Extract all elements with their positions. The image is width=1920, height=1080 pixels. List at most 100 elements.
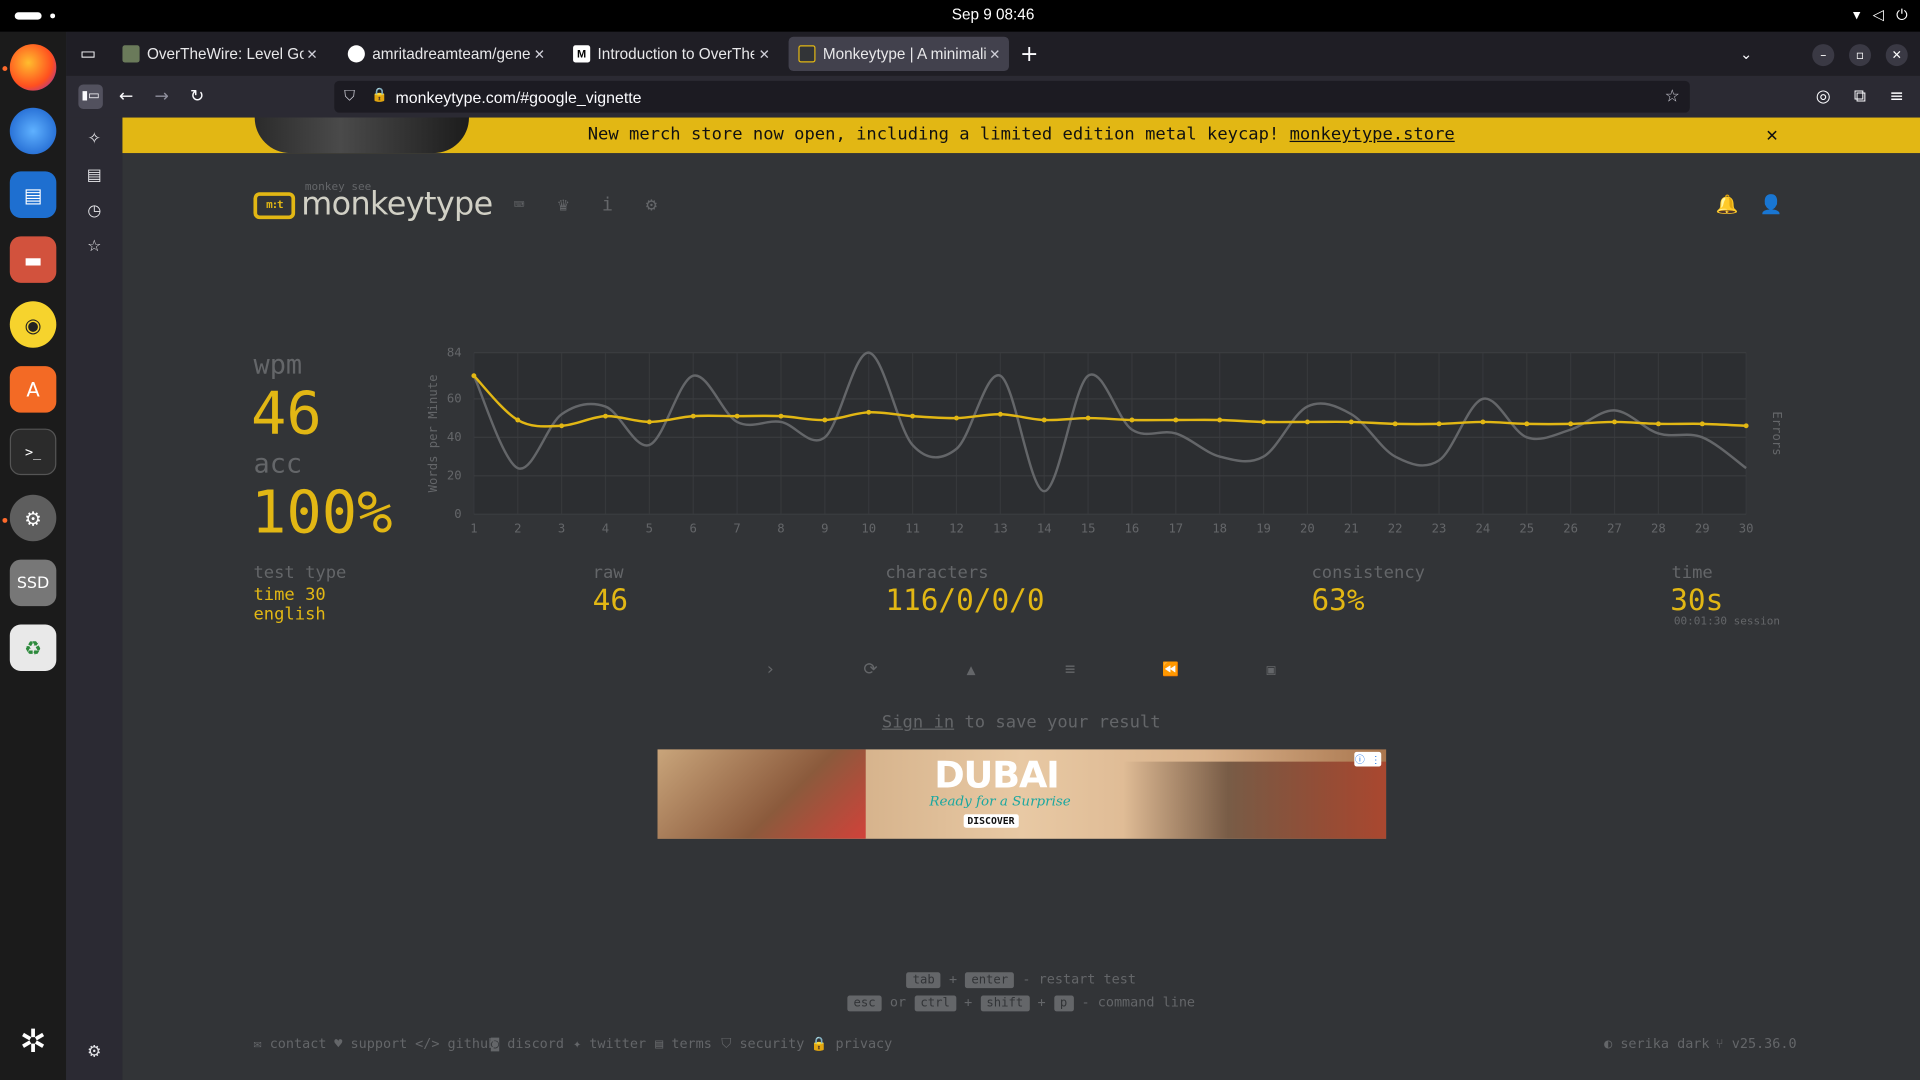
footer-contact[interactable]: ✉ contact <box>253 1036 326 1052</box>
wpm-point <box>1085 415 1091 421</box>
ai-chatbot-icon[interactable]: ✧ <box>84 130 104 150</box>
trash-icon[interactable]: ♻ <box>9 624 57 672</box>
list-all-tabs-icon[interactable]: ⌄ <box>1734 42 1758 66</box>
ad-choices-icon[interactable]: ⓘ ⋮ <box>1354 751 1382 767</box>
merch-store-link[interactable]: monkeytype.store <box>1290 125 1455 145</box>
github-link[interactable]: github <box>448 1036 497 1052</box>
footer-twitter[interactable]: ✦ twitter <box>573 1036 646 1052</box>
words-history-icon[interactable]: ≡ <box>1058 658 1082 682</box>
app-center-icon[interactable]: A <box>9 366 57 413</box>
back-icon[interactable]: ← <box>114 84 138 108</box>
security-link[interactable]: security <box>739 1036 804 1052</box>
files-icon[interactable]: ▬ <box>9 236 57 283</box>
tab-monkeytype[interactable]: Monkeytype | A minimalis ✕ <box>788 36 1009 72</box>
footer-security[interactable]: ⛉ security <box>721 1036 804 1053</box>
bookmarks-icon[interactable]: ☆ <box>84 238 104 258</box>
settings-icon[interactable]: ⚙ <box>9 494 57 542</box>
close-tab-icon[interactable]: ✕ <box>530 46 548 62</box>
next-test-icon[interactable]: › <box>758 658 782 682</box>
lock-icon[interactable]: 🔒 <box>371 87 388 103</box>
user-account-icon[interactable]: 👤 <box>1760 193 1783 215</box>
address-bar[interactable]: ⛉ 🔒 monkeytype.com/#google_vignette ☆ <box>334 80 1690 113</box>
footer-support[interactable]: ♥ support <box>334 1036 407 1052</box>
raw-value[interactable]: 46 <box>593 583 628 617</box>
footer-github[interactable]: </> github <box>415 1036 496 1052</box>
advertisement[interactable]: DUBAI Ready for a Surprise DISCOVER ⓘ ⋮ <box>657 749 1387 839</box>
firefox-icon[interactable] <box>9 44 57 91</box>
wpm-point <box>515 417 521 423</box>
bookmark-star-icon[interactable]: ☆ <box>1665 86 1680 107</box>
discord-link[interactable]: discord <box>507 1036 564 1052</box>
consistency-value[interactable]: 63% <box>1311 583 1364 617</box>
new-tab-button[interactable]: + <box>1020 42 1038 68</box>
crown-icon[interactable]: ♛ <box>552 193 574 215</box>
terms-link[interactable]: terms <box>671 1036 712 1052</box>
characters-value[interactable]: 116/0/0/0 <box>885 583 1044 617</box>
minimize-button[interactable]: – <box>1812 44 1835 67</box>
wpm-point <box>646 419 652 425</box>
footer-version[interactable]: ⑂ v25.36.0 <box>1716 1036 1797 1052</box>
history-icon[interactable]: ◷ <box>84 202 104 222</box>
tab-medium[interactable]: M Introduction to OverThe ✕ <box>563 37 779 71</box>
ssd-drive-icon[interactable]: SSD <box>9 559 57 607</box>
reload-icon[interactable]: ↻ <box>185 84 209 108</box>
x-tick-label: 25 <box>1519 522 1534 536</box>
account-icon[interactable]: ◎ <box>1811 84 1835 108</box>
close-tab-icon[interactable]: ✕ <box>755 46 774 62</box>
theme-name[interactable]: serika dark <box>1620 1036 1709 1052</box>
footer-discord[interactable]: ◙ discord <box>491 1036 564 1052</box>
footer-terms[interactable]: ▤ terms <box>655 1036 712 1052</box>
merch-banner: New merch store now open, including a li… <box>122 117 1920 154</box>
sign-in-link[interactable]: Sign in <box>882 713 954 733</box>
replay-icon[interactable]: ⏪ <box>1158 658 1182 682</box>
rhythmbox-icon[interactable]: ◉ <box>9 301 57 348</box>
close-window-button[interactable]: ✕ <box>1885 44 1908 67</box>
contact-link[interactable]: contact <box>270 1036 327 1052</box>
tracking-shield-icon[interactable]: ⛉ <box>344 87 355 105</box>
gear-icon[interactable]: ⚙ <box>640 193 662 215</box>
acc-value[interactable]: 100% <box>251 479 393 548</box>
sidebar-toggle-icon[interactable]: ▮▭ <box>78 84 103 109</box>
forward-icon[interactable]: → <box>149 84 173 108</box>
system-tray[interactable]: ▾ ◁ ⏻ <box>1853 6 1908 24</box>
customize-sidebar-icon[interactable]: ⚙ <box>84 1043 104 1063</box>
browser-sidebar: ✧ ▤ ◷ ☆ ⚙ <box>66 117 123 1080</box>
synced-tabs-icon[interactable]: ▤ <box>84 167 104 187</box>
support-link[interactable]: support <box>351 1036 408 1052</box>
monkeytype-logo-icon[interactable]: m:t <box>253 192 296 220</box>
ubuntu-menu-icon[interactable]: ✲ <box>10 1019 57 1066</box>
keyboard-icon[interactable]: ⌨ <box>508 193 530 215</box>
maximize-button[interactable]: ▫ <box>1848 44 1872 67</box>
tab-github[interactable]: amritadreamteam/genesi ✕ <box>338 37 554 71</box>
version-text[interactable]: v25.36.0 <box>1732 1036 1797 1052</box>
thunderbird-icon[interactable] <box>9 107 57 155</box>
time-value[interactable]: 30s <box>1670 583 1723 617</box>
terminal-icon[interactable]: >_ <box>9 428 57 476</box>
writer-icon[interactable]: ▤ <box>9 171 57 218</box>
restart-icon[interactable]: ⟳ <box>858 658 882 682</box>
tab-overview-icon[interactable]: ▭ <box>76 42 100 66</box>
close-tab-icon[interactable]: ✕ <box>303 46 321 62</box>
x-tick-label: 9 <box>821 522 828 536</box>
info-icon[interactable]: i <box>596 193 618 215</box>
x-tick-label: 1 <box>470 522 477 536</box>
close-tab-icon[interactable]: ✕ <box>986 46 1005 62</box>
ad-discover-button[interactable]: DISCOVER <box>963 814 1019 828</box>
wpm-chart[interactable]: 1 2 3 4 5 6 7 8 9 10 11 12 13 14 15 16 17 18 19 20 21 22 23 24 2… <box>416 348 1800 556</box>
extensions-icon[interactable]: ⧉ <box>1848 84 1872 108</box>
wpm-value[interactable]: 46 <box>251 380 322 449</box>
screenshot-icon[interactable]: ▣ <box>1259 658 1283 682</box>
footer-privacy[interactable]: 🔒 privacy <box>811 1036 893 1052</box>
privacy-link[interactable]: privacy <box>836 1036 893 1052</box>
ad-tagline: Ready for a Surprise <box>929 793 1071 810</box>
sign-in-prompt: Sign in to save your result <box>122 713 1920 733</box>
menu-icon[interactable]: ≡ <box>1885 84 1909 108</box>
banner-close-button[interactable]: ✕ <box>1766 122 1778 145</box>
notification-bell-icon[interactable]: 🔔 <box>1716 193 1739 215</box>
tab-overthewire[interactable]: OverTheWire: Level Goal ✕ <box>113 37 326 71</box>
logo-text[interactable]: monkeytype <box>301 186 493 223</box>
twitter-link[interactable]: twitter <box>589 1036 646 1052</box>
footer-theme[interactable]: ◐ serika dark <box>1604 1036 1709 1052</box>
clock[interactable]: Sep 9 08:46 <box>0 6 1920 23</box>
warning-icon[interactable]: ▲ <box>959 658 983 682</box>
